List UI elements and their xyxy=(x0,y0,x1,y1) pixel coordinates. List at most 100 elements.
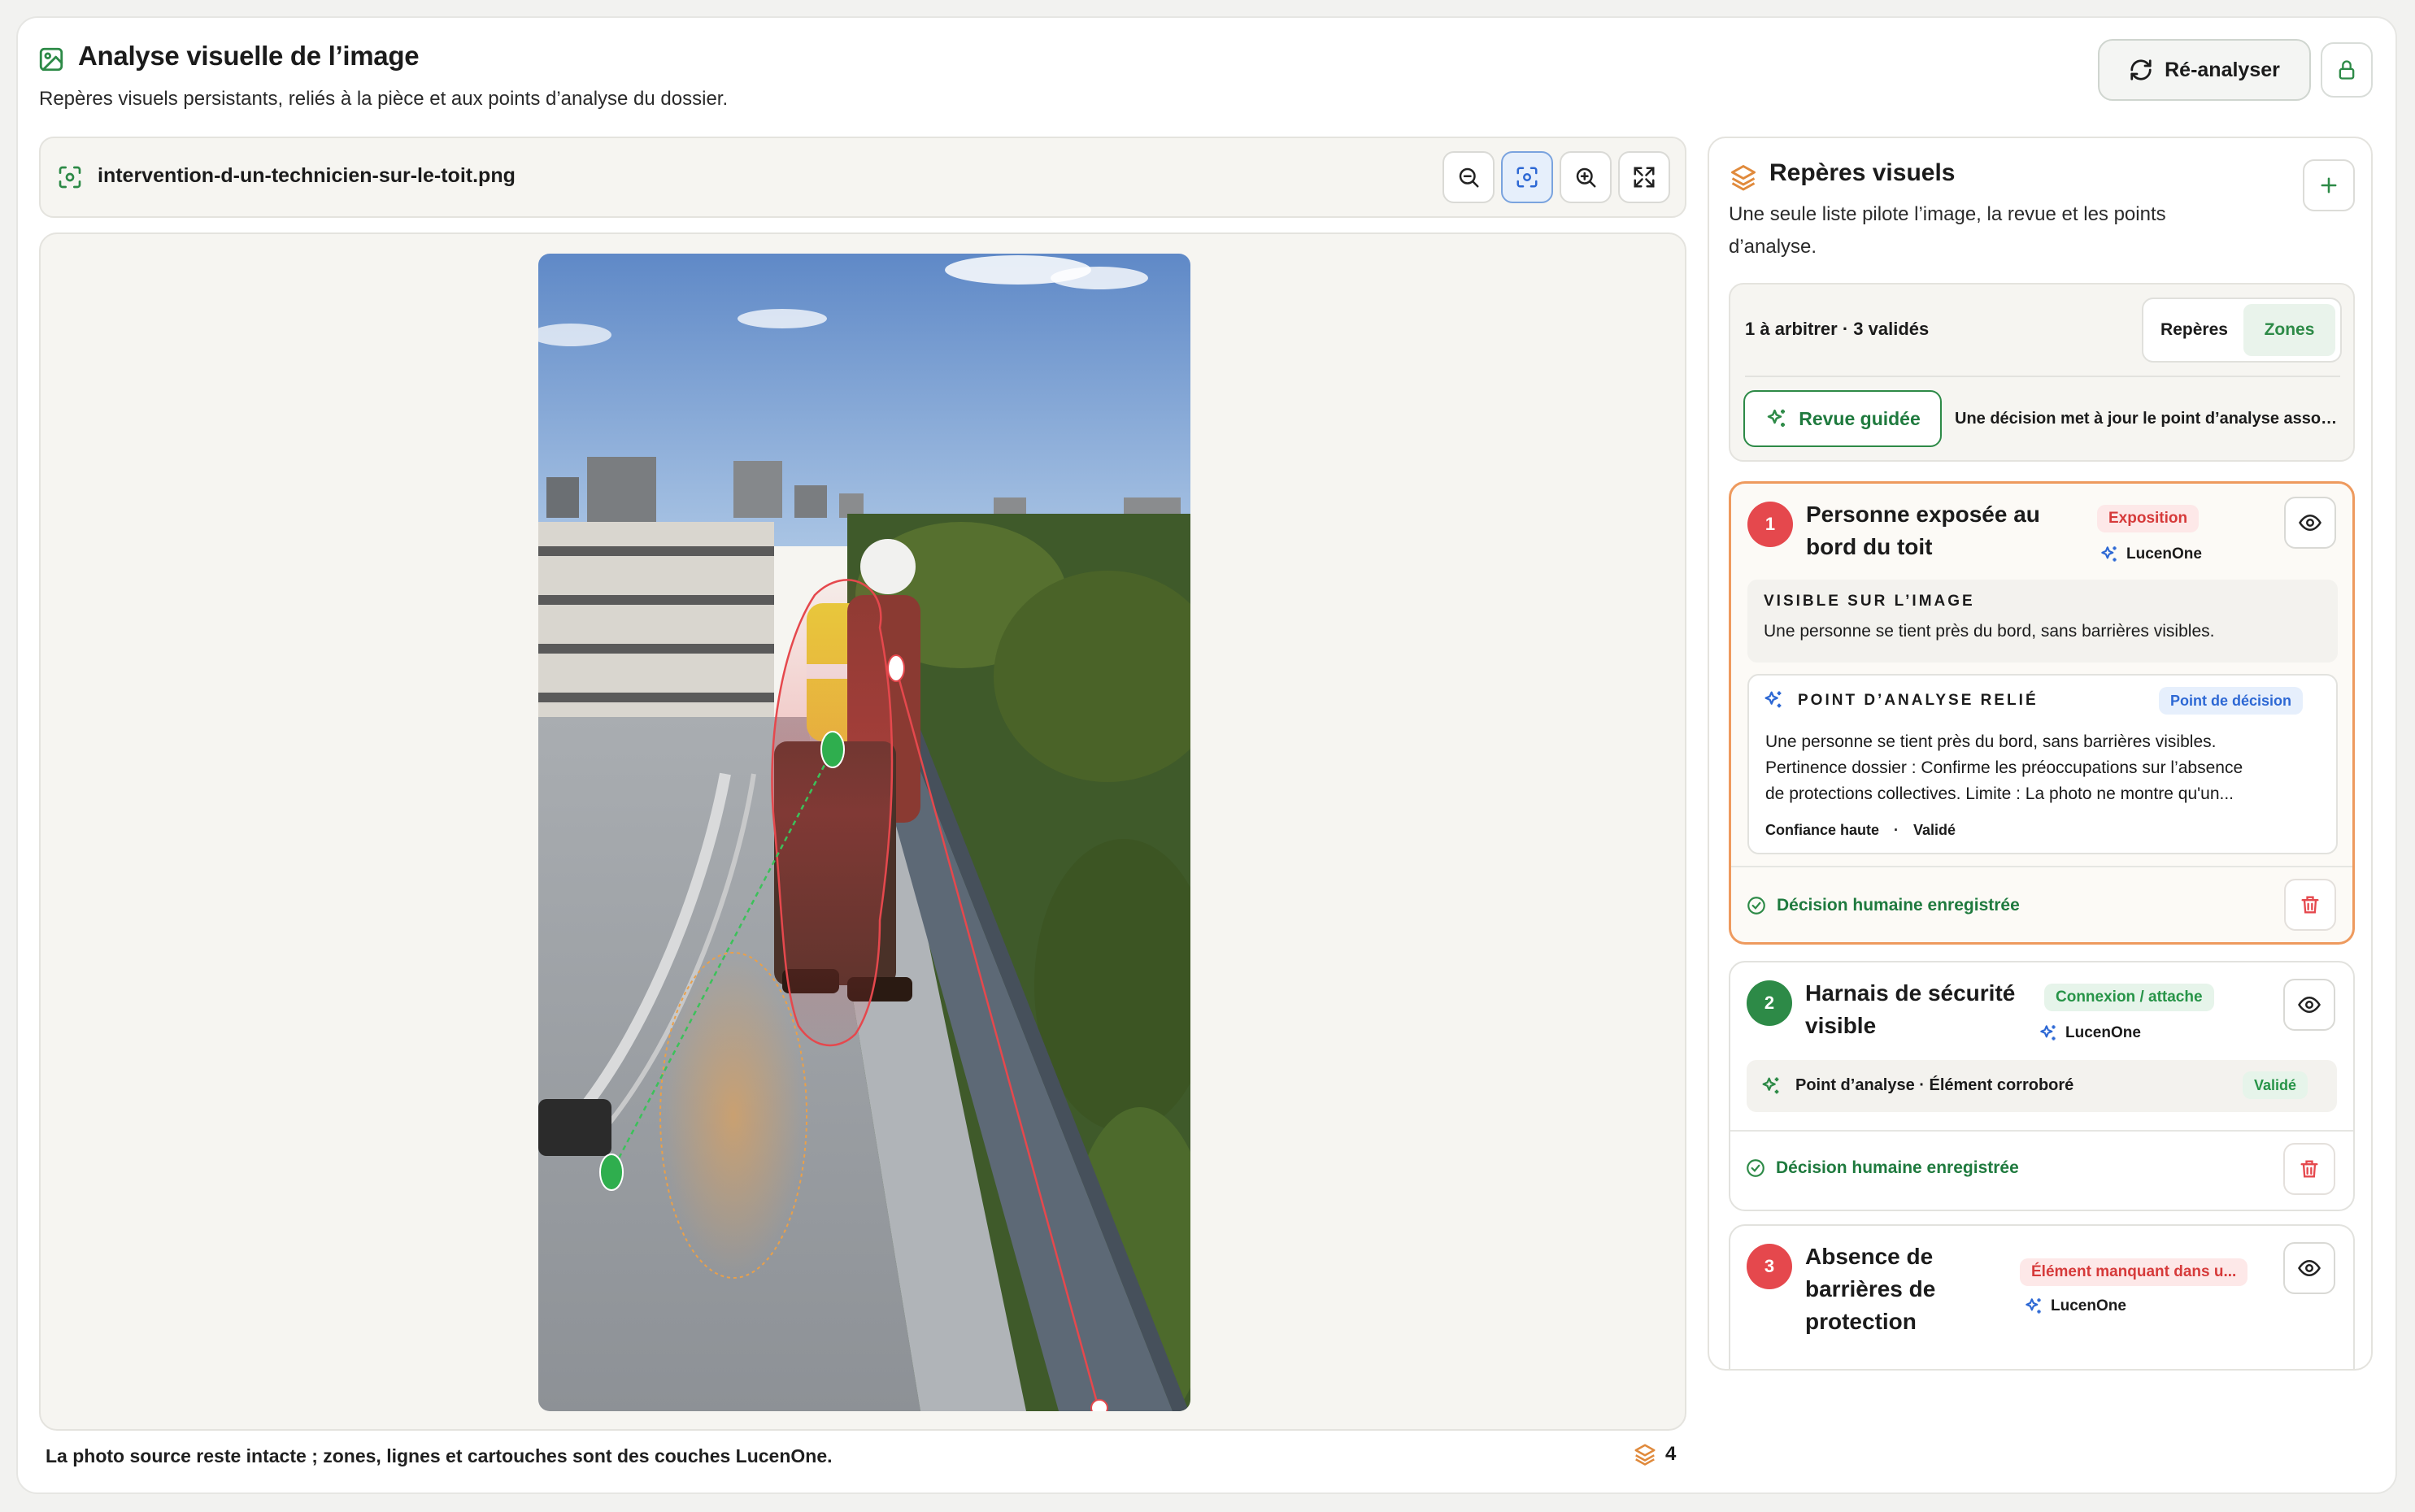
refresh-icon xyxy=(2130,59,2152,80)
file-name: intervention-d-un-technicien-sur-le-toit… xyxy=(98,164,516,187)
linked-text-line: de protections collectives. Limite : La … xyxy=(1765,784,2234,803)
marker-number: 2 xyxy=(1747,980,1792,1026)
marker-card-2[interactable]: 2 Harnais de sécurité visible Connexion … xyxy=(1729,961,2355,1211)
eye-icon xyxy=(2298,1259,2321,1277)
image-stage xyxy=(39,232,1686,1431)
marker-card-1[interactable]: 1 Personne exposée au bord du toit Expos… xyxy=(1729,481,2355,945)
human-decision-status: Décision humaine enregistrée xyxy=(1746,895,2020,916)
validated-badge: Validé xyxy=(2243,1071,2308,1099)
linked-meta: Confiance haute · Validé xyxy=(1765,822,1956,839)
layer-count-value: 4 xyxy=(1665,1443,1677,1465)
marker-card-3[interactable]: 3 Absence de barrières de protection Élé… xyxy=(1729,1224,2355,1369)
expand-icon xyxy=(1634,167,1655,188)
marker-title: Personne exposée au bord du toit xyxy=(1806,498,2040,563)
eye-icon xyxy=(2299,514,2321,532)
marker-title-line: bord du toit xyxy=(1806,534,1933,559)
sparkles-icon xyxy=(1764,691,1782,708)
linked-text: Une personne se tient près du bord, sans… xyxy=(1765,729,2243,807)
reanalyze-button[interactable]: Ré-analyser xyxy=(2098,39,2311,101)
status-label: Validé xyxy=(1913,822,1956,838)
marker-title-line: Absence de xyxy=(1805,1244,1934,1269)
decision-label: Décision humaine enregistrée xyxy=(1776,1158,2019,1177)
panel-subtitle: Une seule liste pilote l’image, la revue… xyxy=(1729,203,2166,258)
focus-icon xyxy=(1516,167,1538,188)
visible-text: Une personne se tient près du bord, sans… xyxy=(1764,622,2215,641)
guided-review-button[interactable]: Revue guidée xyxy=(1743,390,1942,447)
trash-icon xyxy=(2300,1160,2318,1178)
visual-markers-panel: Repères visuels Une seule liste pilote l… xyxy=(1708,137,2373,1371)
source-label: LucenOne xyxy=(2038,1023,2141,1044)
delete-marker-button[interactable] xyxy=(2284,879,2336,931)
source-name: LucenOne xyxy=(2065,1024,2141,1041)
segment-reperes[interactable]: Repères xyxy=(2148,304,2240,356)
lock-button[interactable] xyxy=(2321,42,2373,98)
delete-marker-button[interactable] xyxy=(2283,1143,2335,1195)
panel-title: Repères visuels xyxy=(1769,159,1956,186)
sparkles-icon xyxy=(2040,1025,2056,1041)
category-badge: Exposition xyxy=(2097,505,2200,532)
marker-title-line: visible xyxy=(1805,1013,1877,1038)
reanalyze-label: Ré-analyser xyxy=(2165,58,2280,81)
check-circle-icon xyxy=(1747,1159,1764,1177)
zoom-in-button[interactable] xyxy=(1560,151,1612,203)
zoom-out-button[interactable] xyxy=(1442,151,1495,203)
add-marker-button[interactable] xyxy=(2303,159,2355,211)
file-toolbar: intervention-d-un-technicien-sur-le-toit… xyxy=(39,137,1686,218)
eye-icon xyxy=(2298,996,2321,1014)
marker-title-line: protection xyxy=(1805,1309,1917,1334)
marker-title-line: Personne exposée au xyxy=(1806,502,2040,527)
linked-label: POINT D’ANALYSE RELIÉ xyxy=(1798,692,2039,709)
visible-on-image-box: VISIBLE SUR L’IMAGE Une personne se tien… xyxy=(1747,580,2338,663)
segment-zones[interactable]: Zones xyxy=(2243,304,2335,356)
layer-count[interactable]: 4 xyxy=(1633,1442,1676,1466)
divider xyxy=(1731,866,2352,867)
rooftop-photo[interactable] xyxy=(538,254,1190,1411)
sparkles-icon xyxy=(2026,1298,2041,1314)
viewer-footnote: La photo source reste intacte ; zones, l… xyxy=(46,1445,833,1466)
category-badge: Élément manquant dans u... xyxy=(2020,1258,2248,1286)
trash-icon xyxy=(2301,896,2319,914)
sparkles-icon xyxy=(1762,1077,1779,1094)
image-icon xyxy=(39,47,63,72)
decision-point-badge: Point de décision xyxy=(2159,687,2304,715)
review-summary: 1 à arbitrer · 3 validés Repères Zones R… xyxy=(1729,283,2355,462)
marker-title: Absence de barrières de protection xyxy=(1805,1240,1935,1338)
category-badge: Connexion / attache xyxy=(2044,984,2214,1011)
source-label: LucenOne xyxy=(2099,544,2202,565)
check-circle-icon xyxy=(1747,897,1765,915)
guided-review-note: Une décision met à jour le point d’analy… xyxy=(1955,410,2345,428)
zoom-out-icon xyxy=(1459,167,1479,188)
marker-title-line: barrières de xyxy=(1805,1276,1936,1301)
source-label: LucenOne xyxy=(2023,1296,2126,1317)
toggle-visibility-button[interactable] xyxy=(2284,497,2336,549)
guided-review-label: Revue guidée xyxy=(1799,407,1921,429)
linked-text-line: Une personne se tient près du bord, sans… xyxy=(1765,732,2217,751)
zoom-in-icon xyxy=(1576,167,1596,188)
layers-icon xyxy=(1634,1444,1656,1466)
marker-number: 3 xyxy=(1747,1244,1792,1289)
fit-view-button[interactable] xyxy=(1501,151,1553,203)
view-toggle: Repères Zones xyxy=(2142,298,2342,363)
source-name: LucenOne xyxy=(2126,545,2202,563)
page-subtitle: Repères visuels persistants, reliés à la… xyxy=(39,88,729,110)
summary-text: 1 à arbitrer · 3 validés xyxy=(1745,319,1930,339)
sparkles-icon xyxy=(2101,546,2117,562)
toggle-visibility-button[interactable] xyxy=(2283,979,2335,1031)
linked-text-line: Pertinence dossier : Confirme les préocc… xyxy=(1765,758,2243,777)
page-title: Analyse visuelle de l’image xyxy=(78,41,420,71)
toggle-visibility-button[interactable] xyxy=(2283,1242,2335,1294)
meta-separator: · xyxy=(1894,822,1899,838)
confidence-label: Confiance haute xyxy=(1765,822,1880,838)
decision-label: Décision humaine enregistrée xyxy=(1777,896,2020,915)
analysis-point-text: Point d’analyse · Élément corroboré xyxy=(1795,1076,2074,1094)
layers-icon xyxy=(1731,165,1756,191)
scan-image-icon xyxy=(59,166,81,189)
marker-title-line: Harnais de sécurité xyxy=(1805,980,2016,1006)
lock-icon xyxy=(2339,60,2355,80)
linked-analysis-point[interactable]: POINT D’ANALYSE RELIÉ Point de décision … xyxy=(1747,674,2338,854)
marker-number: 1 xyxy=(1747,502,1793,547)
fullscreen-button[interactable] xyxy=(1618,151,1670,203)
visible-label: VISIBLE SUR L’IMAGE xyxy=(1764,593,1975,610)
divider xyxy=(1745,376,2340,377)
analysis-point-row[interactable]: Point d’analyse · Élément corroboré Vali… xyxy=(1747,1060,2337,1112)
